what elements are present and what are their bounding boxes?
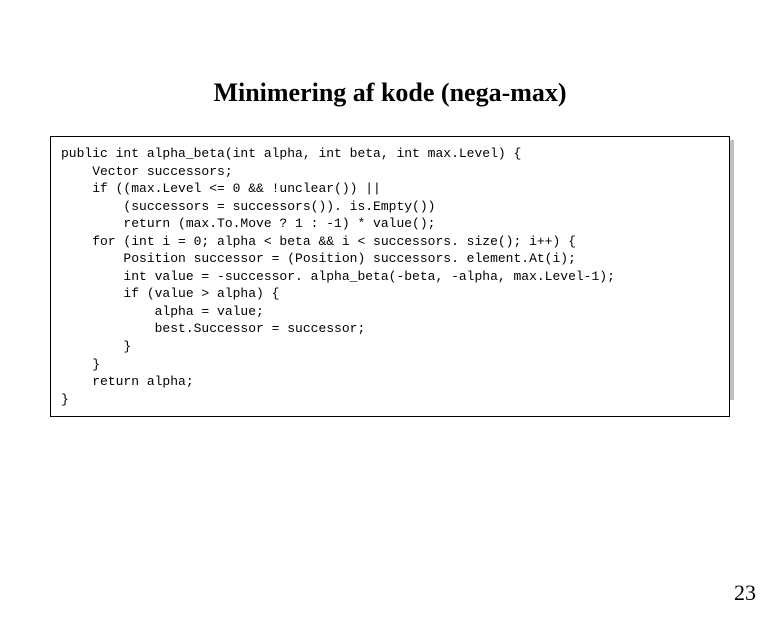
code-block-wrapper: public int alpha_beta(int alpha, int bet… <box>50 136 730 417</box>
code-box: public int alpha_beta(int alpha, int bet… <box>50 136 730 417</box>
page-number: 23 <box>734 580 756 606</box>
code-content: public int alpha_beta(int alpha, int bet… <box>61 145 719 408</box>
slide-title: Minimering af kode (nega-max) <box>0 78 780 108</box>
